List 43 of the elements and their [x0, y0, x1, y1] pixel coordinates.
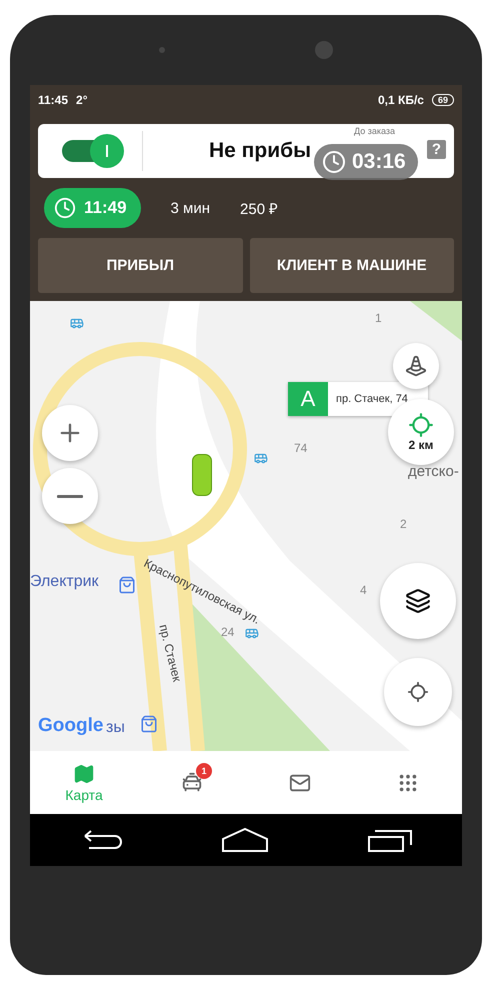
street-label: пр. Стачек: [156, 623, 184, 684]
network-speed: 0,1 КБ/с: [378, 93, 424, 107]
traffic-light-button[interactable]: [393, 343, 439, 389]
house-number: 74: [294, 441, 308, 455]
area-label: детско-: [408, 463, 459, 480]
house-number: 4: [360, 583, 367, 597]
pickup-time: 11:49: [44, 188, 141, 228]
zoom-in-button[interactable]: [42, 405, 98, 461]
minus-icon: [57, 494, 83, 498]
map-logo: Google: [38, 715, 104, 737]
car-icon: [192, 454, 212, 496]
notification-badge: 1: [196, 763, 212, 779]
recent-apps-icon[interactable]: [367, 827, 413, 853]
house-number: 24: [221, 625, 234, 639]
zoom-out-button[interactable]: [42, 468, 98, 524]
sensor-dot: [159, 47, 165, 53]
home-icon[interactable]: [221, 827, 269, 853]
online-toggle[interactable]: [60, 134, 124, 168]
car-icon: [181, 772, 203, 794]
target-icon: [408, 412, 434, 438]
place-label: зы: [106, 719, 125, 737]
price: 250 ₽: [240, 200, 278, 218]
place-label: Электрик: [30, 573, 99, 591]
map-icon: [73, 762, 95, 784]
clock: 11:45: [38, 93, 68, 107]
car-tab[interactable]: 1: [138, 751, 246, 814]
action-button[interactable]: КЛИЕНТ В МАШИНЕ: [250, 238, 454, 293]
order-status[interactable]: Не прибы: [209, 139, 312, 163]
duration: 3 мин: [170, 200, 210, 216]
layers-icon: [405, 588, 431, 614]
clock-icon: [322, 150, 346, 174]
action-button[interactable]: ПРИБЫЛ: [38, 238, 242, 293]
location-icon: [407, 681, 429, 703]
camera-icon: [315, 41, 333, 59]
countdown-timer: 03:16: [314, 144, 418, 180]
clock-icon: [54, 197, 76, 219]
house-number: 1: [375, 311, 382, 325]
temperature: 2°: [76, 93, 88, 107]
help-button[interactable]: ?: [426, 140, 446, 159]
house-number: 2: [400, 517, 407, 531]
countdown-label: До заказа: [354, 126, 396, 136]
battery-icon: 69: [432, 94, 454, 106]
layers-button[interactable]: [380, 563, 456, 639]
